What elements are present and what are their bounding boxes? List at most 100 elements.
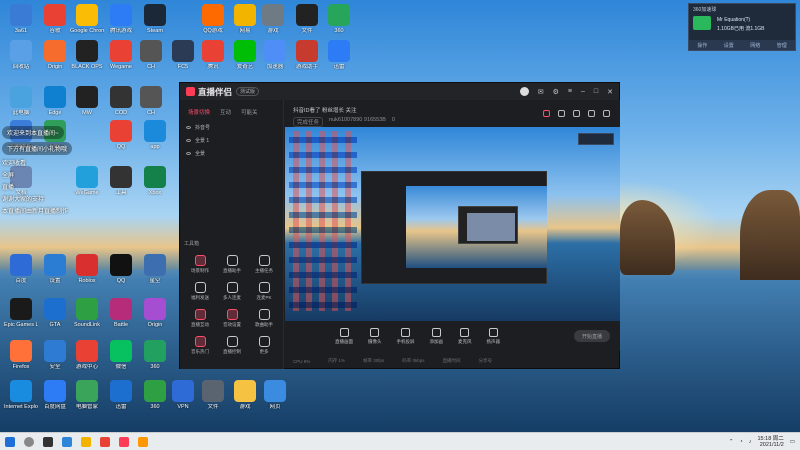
tool-item[interactable]: 直播互动	[184, 309, 216, 328]
desktop-icon[interactable]: 百度	[4, 254, 38, 284]
desktop-icon[interactable]: CH	[134, 40, 168, 70]
desktop-icon[interactable]: Origin	[38, 40, 72, 70]
eye-icon[interactable]	[186, 126, 191, 129]
desktop-icon[interactable]: 腾讯游戏	[104, 4, 138, 34]
clock[interactable]: 15:18 周二 2021/11/2	[758, 436, 784, 448]
desktop-icon[interactable]: 电脑管家	[70, 380, 104, 410]
eye-icon[interactable]	[186, 139, 191, 142]
live-preview[interactable]	[285, 127, 620, 321]
desktop-icon[interactable]: 360	[138, 340, 172, 370]
desktop-icon[interactable]: COD	[104, 86, 138, 116]
tool-item[interactable]: 歌曲助手	[248, 309, 280, 328]
desktop-icon[interactable]: FC5	[166, 40, 200, 70]
control-add[interactable]: 添加画	[430, 327, 443, 345]
layout-icon[interactable]	[573, 110, 580, 117]
widgets-icon[interactable]	[62, 436, 72, 447]
desktop-icon[interactable]: 游戏	[256, 4, 290, 34]
desktop-icon[interactable]: 游戏中心	[70, 340, 104, 370]
desktop-icon[interactable]: 游戏助手	[290, 40, 324, 70]
desktop-icon[interactable]: Origin	[138, 298, 172, 328]
desktop-icon[interactable]: 文件	[290, 4, 324, 34]
close-icon[interactable]: ✕	[607, 88, 613, 96]
desktop-icon[interactable]: SoundLink	[70, 298, 104, 328]
desktop-icon[interactable]: Edge	[38, 86, 72, 116]
desktop-icon[interactable]: Battle	[104, 298, 138, 328]
widget-action[interactable]: 操作	[697, 42, 707, 49]
tool-item[interactable]: 音效设置	[216, 309, 248, 328]
speed-monitor-widget[interactable]: 360加速球 Mr Equation(?) 1.10GB已用 流1.1GB 操作…	[688, 3, 796, 51]
control-phone[interactable]: 手机投屏	[397, 327, 415, 345]
start-icon[interactable]	[5, 436, 15, 447]
desktop-icon[interactable]: Roblox	[70, 254, 104, 284]
settings-icon[interactable]: ⚙	[553, 88, 559, 96]
desktop-icon[interactable]: CH	[134, 86, 168, 116]
desktop-icon[interactable]: Epic Games Launcher	[4, 298, 38, 328]
desktop-icon[interactable]: 迅雷	[322, 40, 356, 70]
control-mic[interactable]: 麦克风	[458, 327, 472, 345]
desktop-icon[interactable]: 此电脑	[4, 86, 38, 116]
search-icon[interactable]	[24, 436, 34, 447]
desktop-icon[interactable]: 微信	[104, 340, 138, 370]
desktop-icon[interactable]: Google Chrome	[70, 4, 104, 34]
desktop-icon[interactable]: 加速器	[258, 40, 292, 70]
task-view-icon[interactable]	[43, 436, 53, 447]
menu-icon[interactable]: ≡	[568, 88, 572, 95]
desktop-icon[interactable]: 3a61	[4, 4, 38, 34]
bell-icon[interactable]	[588, 110, 595, 117]
tab-other[interactable]: 可能关	[241, 108, 258, 116]
desktop-icon[interactable]: 游戏	[228, 380, 262, 410]
desktop-icon[interactable]: 迅雷	[104, 380, 138, 410]
minimize-icon[interactable]: –	[581, 88, 585, 95]
widget-action[interactable]: 网络	[750, 42, 760, 49]
scene-item[interactable]: 全景	[180, 147, 283, 160]
notification-icon[interactable]: ▭	[790, 439, 795, 445]
desktop-icon[interactable]: 文件	[196, 380, 230, 410]
tool-item[interactable]: 更多	[248, 336, 280, 355]
tool-item[interactable]: 主播任务	[248, 255, 280, 274]
scene-item[interactable]: 抖音号	[180, 121, 283, 134]
tab-interact[interactable]: 互动	[220, 108, 231, 116]
message-icon[interactable]: ✉	[538, 88, 544, 96]
tool-item[interactable]: 连麦PK	[248, 282, 280, 301]
tool-item[interactable]: 场景制作	[184, 255, 216, 274]
desktop-icon[interactable]: 回收站	[4, 40, 38, 70]
desktop-icon[interactable]: Internet Explorer	[4, 380, 38, 410]
live-companion-taskbar-icon[interactable]	[119, 436, 129, 447]
tool-item[interactable]: 福利发送	[184, 282, 216, 301]
tool-item[interactable]: 音乐热门	[184, 336, 216, 355]
widget-action[interactable]: 管理	[777, 42, 787, 49]
lock-icon[interactable]	[558, 110, 565, 117]
widget-action[interactable]: 设置	[724, 42, 734, 49]
desktop-icon[interactable]: 谷歌	[38, 4, 72, 34]
maximize-icon[interactable]: □	[594, 88, 598, 95]
volume-icon[interactable]: ♪	[749, 439, 752, 445]
desktop-icon[interactable]: Steam	[138, 4, 172, 34]
network-icon[interactable]: ◔	[739, 439, 742, 445]
share-icon[interactable]	[603, 110, 610, 117]
avatar[interactable]	[519, 87, 529, 96]
desktop-icon[interactable]: QQ游戏	[196, 4, 230, 34]
chevron-up-icon[interactable]: ⌃	[729, 439, 734, 445]
tab-scenes[interactable]: 场景切换	[188, 108, 210, 116]
tool-item[interactable]: 多人连麦	[216, 282, 248, 301]
desktop-icon[interactable]: MW	[70, 86, 104, 116]
desktop-icon[interactable]: BLACK OPS	[70, 40, 104, 70]
desktop-icon[interactable]: 腾讯	[196, 40, 230, 70]
desktop-icon[interactable]: 百度网盘	[38, 380, 72, 410]
tool-item[interactable]: 直播控制	[216, 336, 248, 355]
desktop-icon[interactable]: 网页	[258, 380, 292, 410]
control-screen[interactable]: 直播画面	[335, 327, 353, 345]
desktop-icon[interactable]: 星空	[138, 254, 172, 284]
gift-icon[interactable]	[543, 110, 550, 117]
control-camera[interactable]: 摄像头	[368, 327, 382, 345]
tool-item[interactable]: 直播助手	[216, 255, 248, 274]
desktop-icon[interactable]: 设置	[38, 254, 72, 284]
desktop-icon[interactable]: 360	[322, 4, 356, 34]
eye-icon[interactable]	[186, 152, 191, 155]
desktop-icon[interactable]: VPN	[166, 380, 200, 410]
task-chip[interactable]: 完成任务	[293, 117, 324, 127]
file-explorer-icon[interactable]	[81, 436, 91, 447]
desktop-icon[interactable]: QQ	[104, 254, 138, 284]
desktop-icon[interactable]: GTA	[38, 298, 72, 328]
desktop-icon[interactable]: Wegame	[104, 40, 138, 70]
